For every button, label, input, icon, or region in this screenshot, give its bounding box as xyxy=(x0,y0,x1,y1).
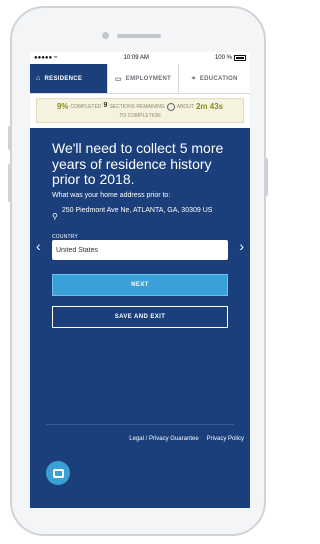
progress-banner: 9% COMPLETED 9 SECTIONS REMAINING ABOUT … xyxy=(36,98,244,123)
chevron-left-icon[interactable]: ‹ xyxy=(36,238,41,254)
camera xyxy=(102,32,109,39)
wifi-icon: ≈ xyxy=(54,55,58,61)
next-button[interactable]: NEXT xyxy=(52,274,228,296)
sections-remaining-count: 9 xyxy=(103,102,108,110)
country-field[interactable] xyxy=(52,240,228,260)
tab-employment-label: EMPLOYMENT xyxy=(125,75,172,82)
section-tabs: ⌂ RESIDENCE ▭ EMPLOYMENT ⌖ EDUCATION xyxy=(30,64,250,94)
status-time: 10:09 AM xyxy=(123,55,149,61)
page-headline: We'll need to collect 5 more years of re… xyxy=(52,140,224,187)
tab-education-label: EDUCATION xyxy=(199,75,238,82)
speaker xyxy=(117,34,161,38)
power-button xyxy=(265,158,268,196)
tab-residence[interactable]: ⌂ RESIDENCE xyxy=(30,64,107,93)
about-label: ABOUT xyxy=(176,103,194,110)
chat-button[interactable] xyxy=(46,461,70,485)
progress-percent: 9% xyxy=(56,101,69,111)
chevron-right-icon[interactable]: › xyxy=(239,238,244,254)
clock-icon xyxy=(166,102,175,111)
battery-level: 100 % xyxy=(214,55,232,61)
legal-privacy-link[interactable]: Legal / Privacy Guarantee xyxy=(129,436,198,442)
save-and-exit-button[interactable]: SAVE AND EXIT xyxy=(52,306,228,328)
battery-icon xyxy=(233,55,246,61)
time-left: 2m 43s xyxy=(195,101,224,111)
mute-switch xyxy=(8,126,11,150)
footer-divider xyxy=(46,424,234,425)
tab-residence-label: RESIDENCE xyxy=(44,75,83,82)
signal-indicator: ●●●●● xyxy=(34,55,53,61)
footer-links: Legal / Privacy Guarantee Privacy Policy xyxy=(129,436,244,442)
briefcase-icon: ▭ xyxy=(114,75,122,83)
tab-education[interactable]: ⌖ EDUCATION xyxy=(178,64,250,93)
privacy-policy-link[interactable]: Privacy Policy xyxy=(207,436,244,442)
person-pin-icon: ⚲ xyxy=(52,212,58,221)
to-completion-label: TO COMPLETION xyxy=(119,113,161,120)
chat-icon xyxy=(52,468,64,478)
graduation-cap-icon: ⌖ xyxy=(191,74,196,82)
completed-label: COMPLETED xyxy=(70,103,102,110)
progress-panel: 9% COMPLETED 9 SECTIONS REMAINING ABOUT … xyxy=(30,94,250,128)
address-question: What was your home address prior to: xyxy=(52,192,171,199)
address-text: 250 Piedmont Ave Ne, ATLANTA, GA, 30309 … xyxy=(61,207,213,214)
tab-employment[interactable]: ▭ EMPLOYMENT xyxy=(106,64,179,93)
volume-button xyxy=(8,164,11,202)
status-bar: ●●●●● ≈ 10:09 AM 100 % xyxy=(30,52,250,64)
house-icon: ⌂ xyxy=(36,75,41,82)
app-screen: ●●●●● ≈ 10:09 AM 100 % ⌂ RESIDENCE ▭ EMP… xyxy=(30,52,250,508)
current-address: ⚲ 250 Piedmont Ave Ne, ATLANTA, GA, 3030… xyxy=(52,206,232,221)
sections-remaining-label: SECTIONS REMAINING xyxy=(109,103,165,110)
